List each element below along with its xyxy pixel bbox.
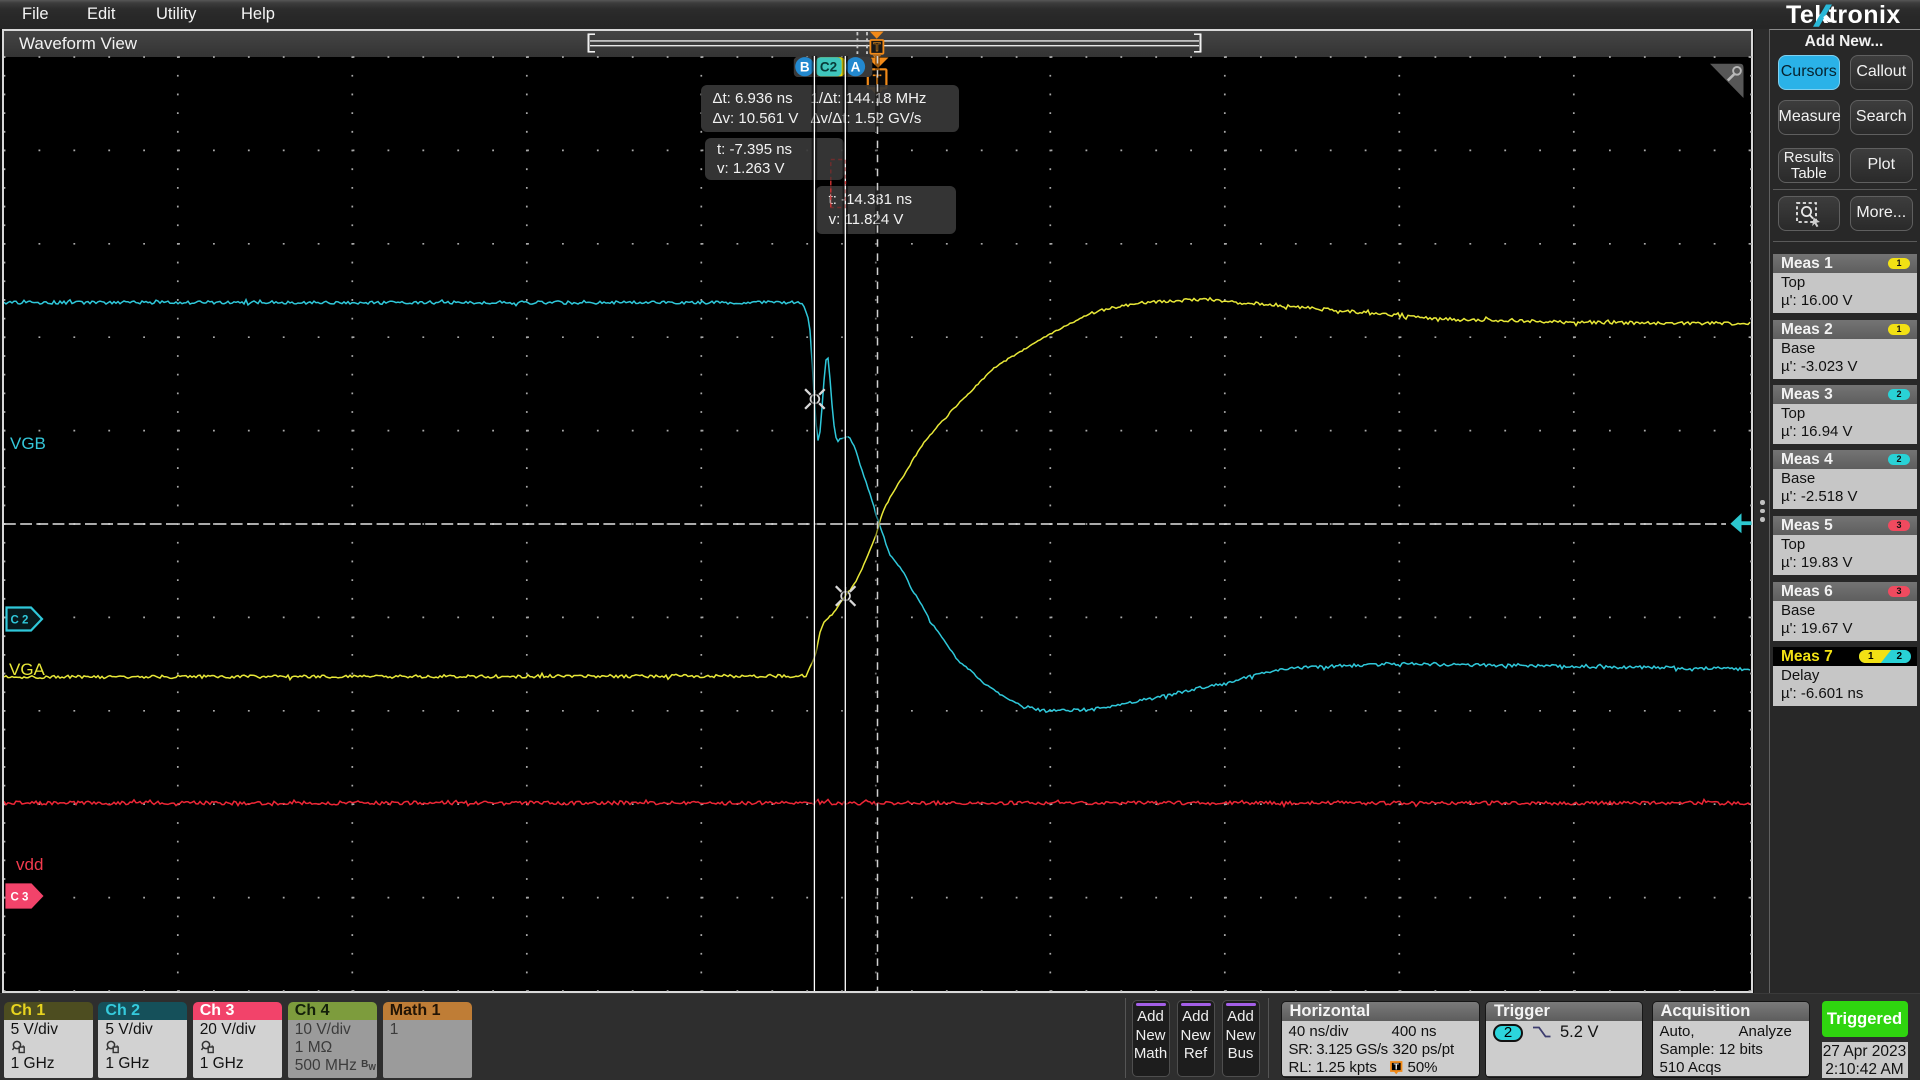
svg-text:T: T xyxy=(1393,1062,1399,1072)
